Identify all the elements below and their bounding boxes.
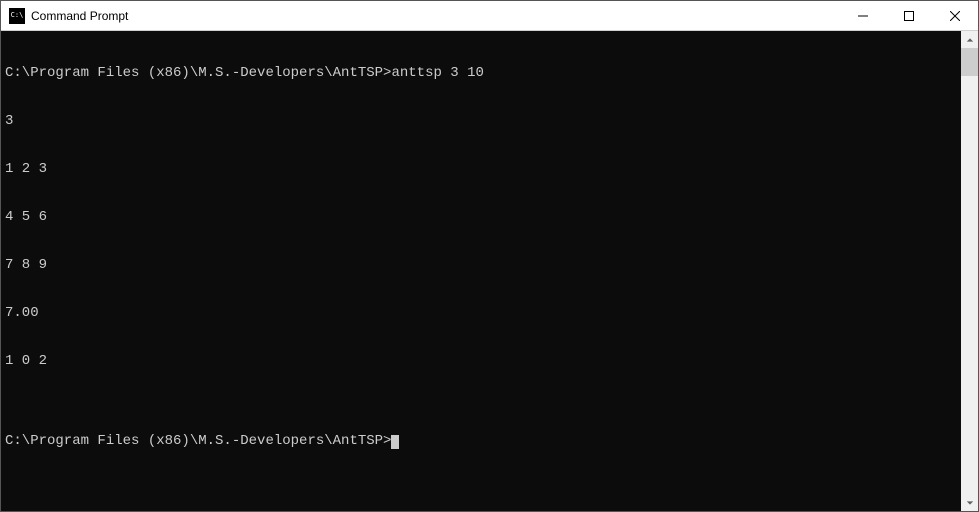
chevron-up-icon [966, 36, 974, 44]
close-icon [950, 11, 960, 21]
close-button[interactable] [932, 1, 978, 30]
window-title: Command Prompt [31, 9, 840, 23]
app-icon [9, 8, 25, 24]
chevron-down-icon [966, 499, 974, 507]
terminal-prompt: C:\Program Files (x86)\M.S.-Developers\A… [5, 433, 391, 449]
terminal-line: 7.00 [5, 305, 957, 321]
minimize-button[interactable] [840, 1, 886, 30]
vertical-scrollbar[interactable] [961, 31, 978, 511]
window-controls [840, 1, 978, 30]
terminal-line: 1 0 2 [5, 353, 957, 369]
window-frame: Command Prompt C:\Program Files (x86)\M.… [0, 0, 979, 512]
scrollbar-thumb[interactable] [961, 48, 978, 76]
maximize-icon [904, 11, 914, 21]
title-bar[interactable]: Command Prompt [1, 1, 978, 31]
client-area: C:\Program Files (x86)\M.S.-Developers\A… [1, 31, 978, 511]
scrollbar-track[interactable] [961, 48, 978, 494]
scroll-down-button[interactable] [961, 494, 978, 511]
maximize-button[interactable] [886, 1, 932, 30]
terminal-output[interactable]: C:\Program Files (x86)\M.S.-Developers\A… [1, 31, 961, 511]
scroll-up-button[interactable] [961, 31, 978, 48]
terminal-line: 1 2 3 [5, 161, 957, 177]
terminal-line: 3 [5, 113, 957, 129]
terminal-line: 4 5 6 [5, 209, 957, 225]
terminal-cursor [391, 435, 399, 449]
terminal-line: C:\Program Files (x86)\M.S.-Developers\A… [5, 65, 957, 81]
terminal-prompt-line: C:\Program Files (x86)\M.S.-Developers\A… [5, 433, 957, 449]
terminal-line: 7 8 9 [5, 257, 957, 273]
minimize-icon [858, 11, 868, 21]
